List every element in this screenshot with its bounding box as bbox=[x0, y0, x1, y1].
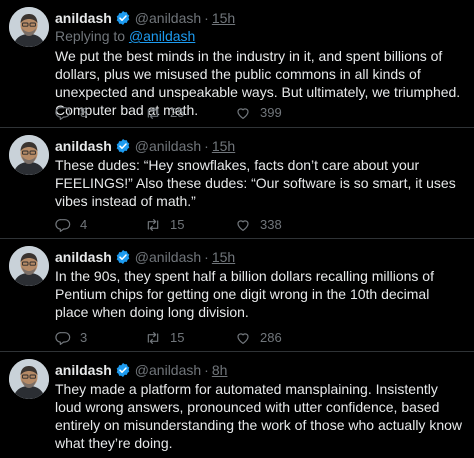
avatar[interactable] bbox=[9, 7, 49, 47]
separator-dot: · bbox=[204, 249, 209, 265]
tweet[interactable]: anildash @anildash · 15h Replying to @an… bbox=[0, 0, 474, 128]
user-handle[interactable]: @anildash bbox=[135, 10, 201, 26]
tweet-actions: 8 25 399 bbox=[55, 105, 415, 121]
retweet-button[interactable]: 15 bbox=[145, 217, 235, 233]
retweet-button[interactable]: 25 bbox=[145, 105, 235, 121]
separator-dot: · bbox=[204, 362, 209, 378]
verified-badge-icon bbox=[116, 250, 130, 264]
tweet[interactable]: anildash @anildash · 15h In the 90s, the… bbox=[0, 239, 474, 352]
verified-badge-icon bbox=[116, 139, 130, 153]
reply-count: 8 bbox=[80, 105, 88, 120]
tweet-header: anildash @anildash · 15h bbox=[55, 9, 464, 27]
tweet-text: In the 90s, they spent half a billion do… bbox=[55, 268, 434, 320]
like-count: 338 bbox=[260, 217, 282, 232]
reply-count: 3 bbox=[80, 330, 88, 345]
reply-icon bbox=[55, 219, 71, 232]
user-handle[interactable]: @anildash bbox=[135, 362, 201, 378]
tweet-thread: anildash @anildash · 15h Replying to @an… bbox=[0, 0, 474, 458]
avatar-photo-icon bbox=[9, 359, 49, 399]
reply-button[interactable]: 4 bbox=[55, 217, 145, 233]
heart-icon bbox=[237, 108, 249, 119]
like-button[interactable]: 399 bbox=[235, 105, 325, 121]
verified-badge-icon bbox=[116, 11, 130, 25]
reply-button[interactable]: 8 bbox=[55, 105, 145, 121]
retweet-count: 25 bbox=[170, 105, 185, 120]
tweet-text: They made a platform for automated mansp… bbox=[55, 381, 462, 451]
tweet-header: anildash @anildash · 15h bbox=[55, 137, 464, 155]
retweet-icon bbox=[147, 219, 159, 231]
verified-badge-icon bbox=[116, 363, 130, 377]
tweet-actions: 3 15 286 bbox=[55, 330, 415, 346]
like-button[interactable]: 338 bbox=[235, 217, 325, 233]
avatar-photo-icon bbox=[9, 135, 49, 175]
heart-icon bbox=[237, 220, 249, 231]
reply-button[interactable]: 3 bbox=[55, 330, 145, 346]
user-handle[interactable]: @anildash bbox=[135, 138, 201, 154]
heart-icon bbox=[237, 333, 249, 344]
display-name[interactable]: anildash bbox=[55, 10, 112, 26]
like-button[interactable]: 286 bbox=[235, 330, 325, 346]
avatar[interactable] bbox=[9, 246, 49, 286]
tweet-text: These dudes: “Hey snowflakes, facts don’… bbox=[55, 157, 456, 209]
tweet[interactable]: anildash @anildash · 15h These dudes: “H… bbox=[0, 128, 474, 239]
retweet-icon bbox=[147, 332, 159, 344]
avatar[interactable] bbox=[9, 359, 49, 399]
avatar-photo-icon bbox=[9, 7, 49, 47]
display-name[interactable]: anildash bbox=[55, 249, 112, 265]
avatar-photo-icon bbox=[9, 246, 49, 286]
retweet-icon bbox=[147, 107, 159, 119]
reply-count: 4 bbox=[80, 217, 88, 232]
tweet[interactable]: anildash @anildash · 8h They made a plat… bbox=[0, 352, 474, 458]
replying-to: Replying to @anildash bbox=[55, 28, 464, 46]
reply-mention-link[interactable]: @anildash bbox=[129, 28, 195, 44]
separator-dot: · bbox=[204, 10, 209, 26]
user-handle[interactable]: @anildash bbox=[135, 249, 201, 265]
retweet-count: 15 bbox=[170, 217, 185, 232]
display-name[interactable]: anildash bbox=[55, 138, 112, 154]
reply-icon bbox=[55, 332, 71, 345]
timestamp[interactable]: 15h bbox=[212, 138, 235, 154]
retweet-button[interactable]: 15 bbox=[145, 330, 235, 346]
like-count: 399 bbox=[260, 105, 282, 120]
timestamp[interactable]: 8h bbox=[212, 362, 228, 378]
replying-prefix: Replying to bbox=[55, 28, 126, 44]
separator-dot: · bbox=[204, 138, 209, 154]
tweet-header: anildash @anildash · 8h bbox=[55, 361, 464, 379]
timestamp[interactable]: 15h bbox=[212, 249, 235, 265]
display-name[interactable]: anildash bbox=[55, 362, 112, 378]
timestamp[interactable]: 15h bbox=[212, 10, 235, 26]
retweet-count: 15 bbox=[170, 330, 185, 345]
reply-icon bbox=[55, 107, 71, 120]
tweet-actions: 4 15 338 bbox=[55, 217, 415, 233]
like-count: 286 bbox=[260, 330, 282, 345]
tweet-header: anildash @anildash · 15h bbox=[55, 248, 464, 266]
avatar[interactable] bbox=[9, 135, 49, 175]
